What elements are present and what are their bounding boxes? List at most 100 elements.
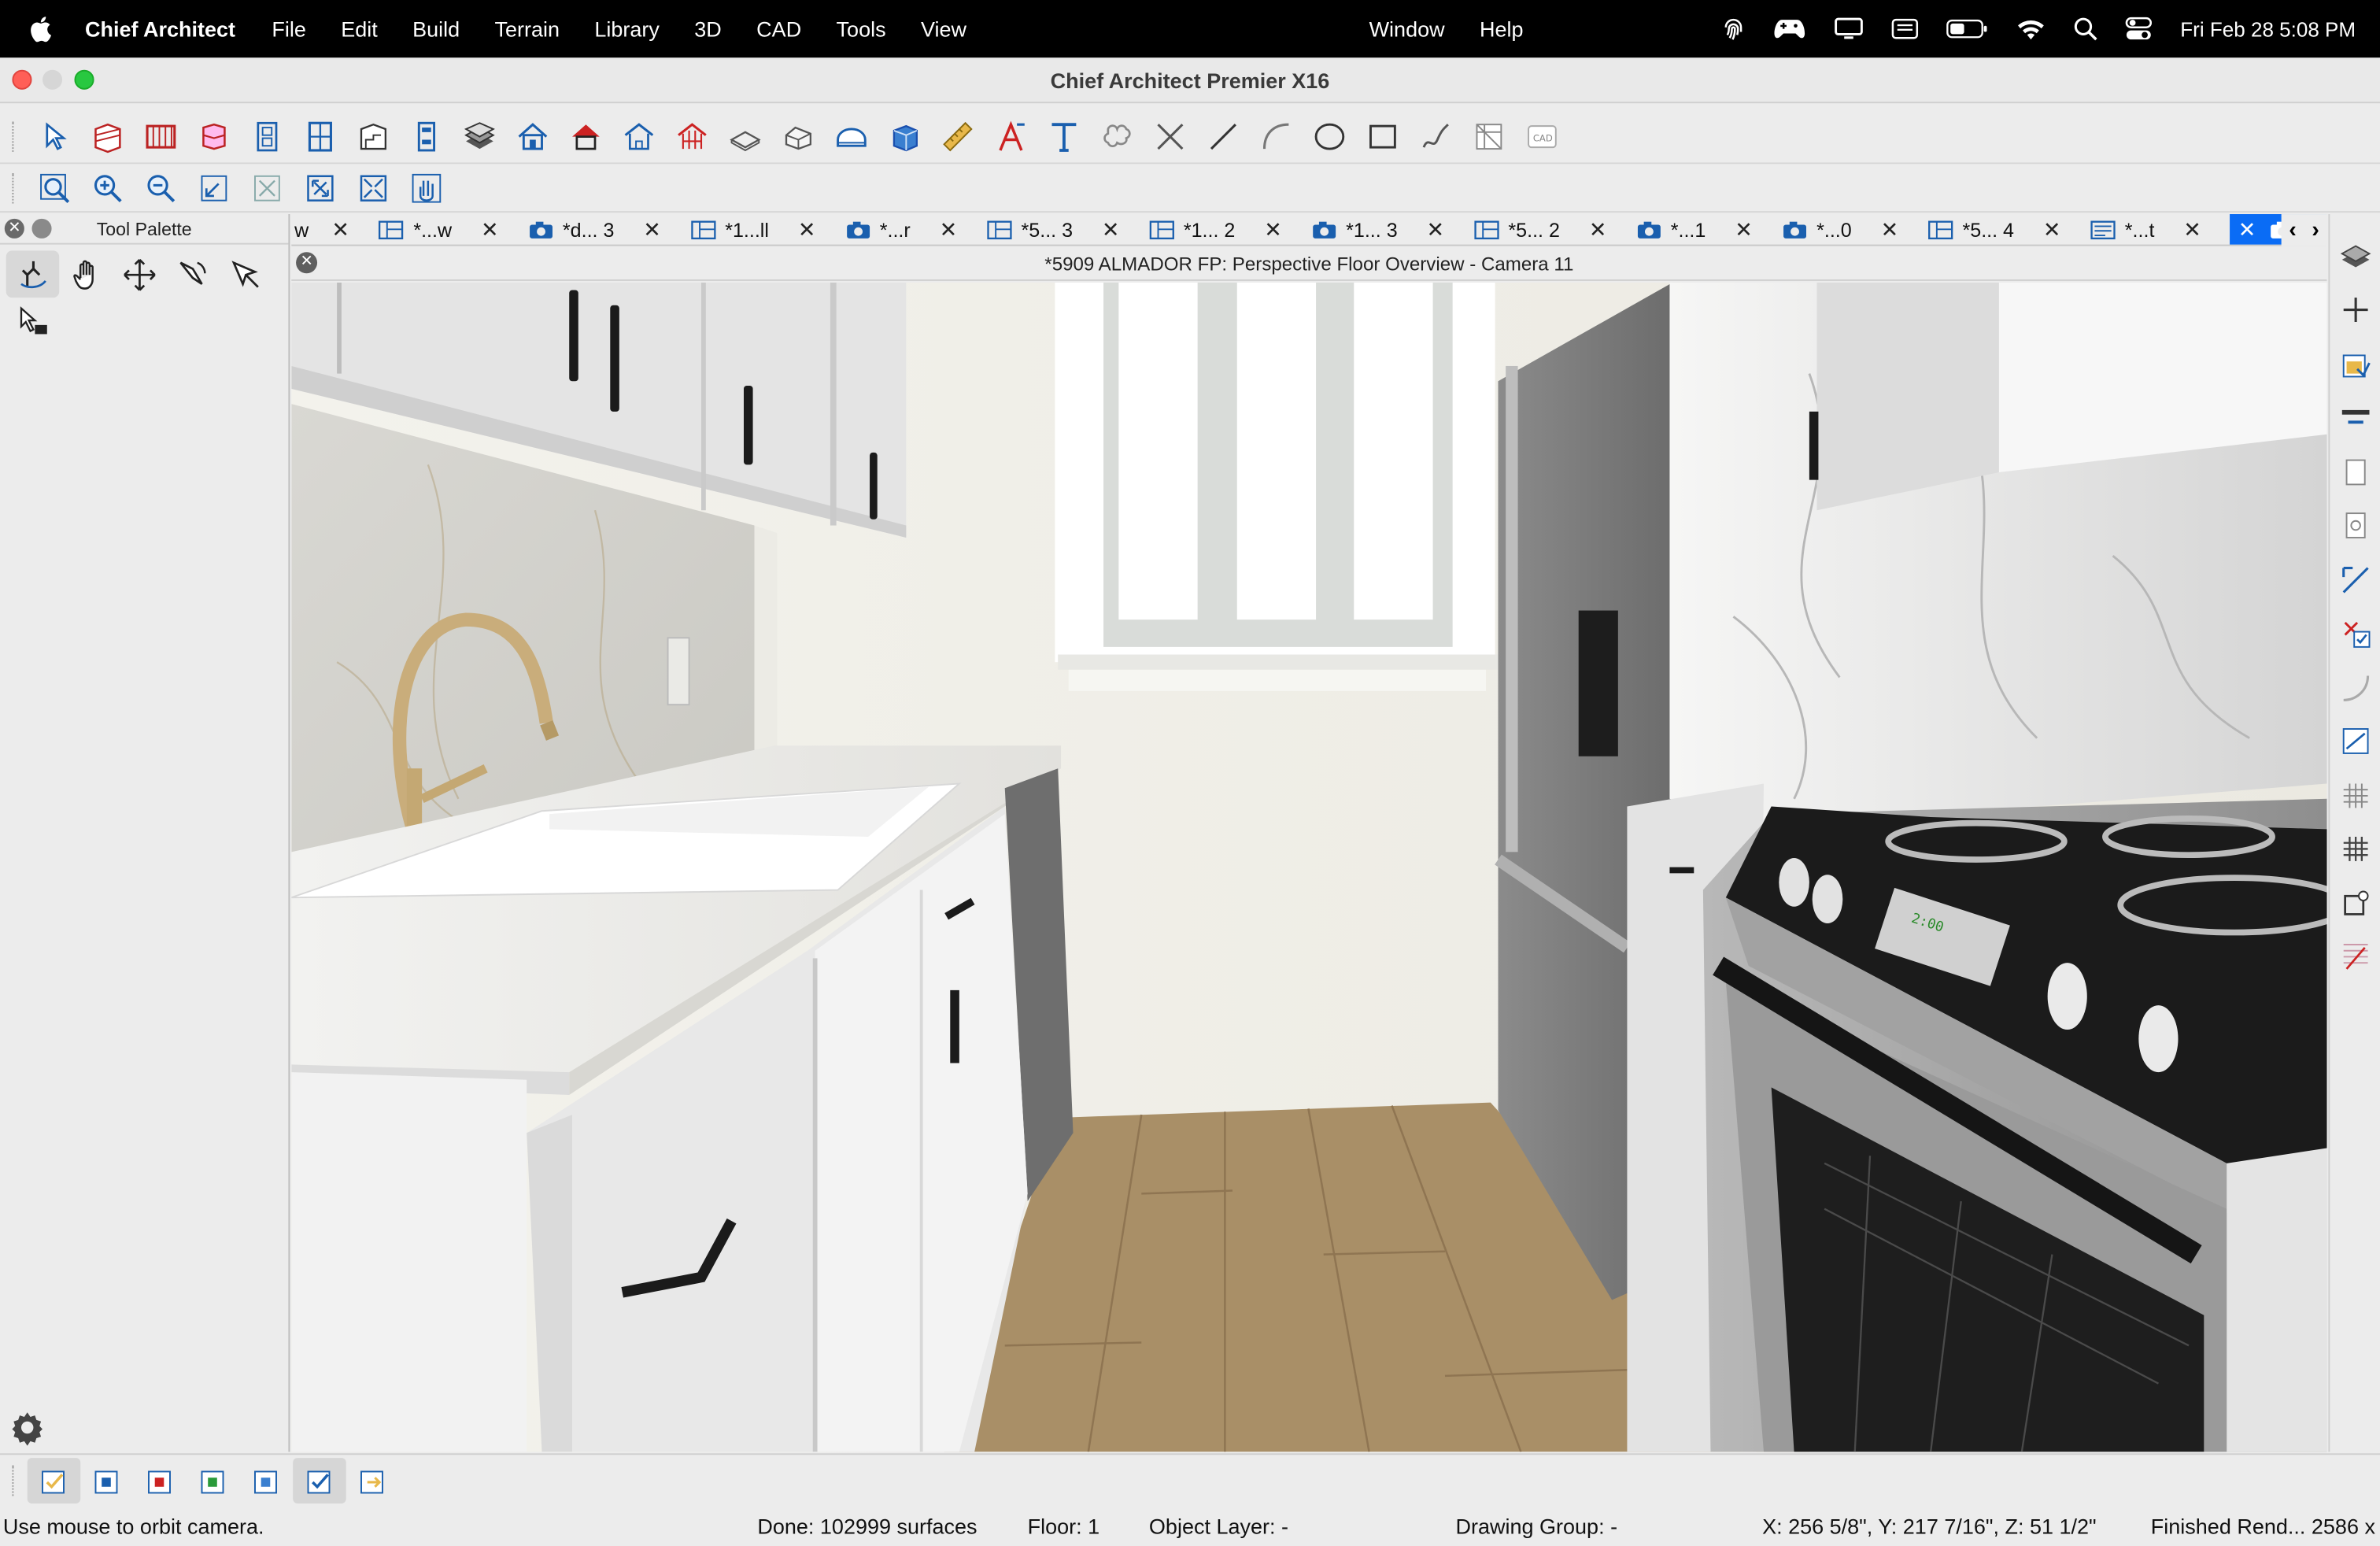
cad-detail-button[interactable] xyxy=(1462,113,1515,159)
bottom-tool-4[interactable] xyxy=(187,1457,239,1503)
palette-float-button[interactable] xyxy=(31,218,52,239)
toolbar-grip-2[interactable] xyxy=(12,172,18,203)
draw-line-button[interactable] xyxy=(1196,113,1250,159)
snap-grid-button[interactable] xyxy=(2334,823,2376,876)
tab-close-icon[interactable]: ✕ xyxy=(1100,216,1122,242)
dormer-tools-button[interactable] xyxy=(612,113,664,159)
3d-camera-viewport[interactable]: 2:00 xyxy=(291,282,2327,1452)
select-objects-button[interactable] xyxy=(28,113,80,159)
tab-close-icon[interactable]: ✕ xyxy=(937,216,959,242)
search-icon[interactable] xyxy=(2074,17,2098,41)
menu-app-name[interactable]: Chief Architect xyxy=(85,17,235,41)
cad-block-button[interactable]: CAD xyxy=(1515,113,1569,159)
text-tools-button[interactable] xyxy=(1037,113,1089,159)
gear-icon[interactable] xyxy=(9,1409,46,1446)
tilt-camera-tool[interactable] xyxy=(165,250,218,298)
tab-close-icon[interactable]: ✕ xyxy=(1733,216,1754,242)
annotation-button[interactable] xyxy=(2334,930,2376,984)
gamepad-icon[interactable] xyxy=(1773,17,1806,41)
tab-scroll-right-icon[interactable]: › xyxy=(2312,217,2319,243)
page-button[interactable] xyxy=(2334,445,2376,498)
tab-close-icon[interactable]: ✕ xyxy=(1587,216,1609,242)
cad-x-button[interactable] xyxy=(1143,113,1196,159)
menu-terrain[interactable]: Terrain xyxy=(495,17,560,41)
tab-close-icon[interactable]: ✕ xyxy=(2237,216,2258,242)
bottom-tool-3[interactable] xyxy=(134,1457,187,1503)
orbit-camera-tool[interactable] xyxy=(6,250,60,298)
menu-edit[interactable]: Edit xyxy=(341,17,378,41)
framing-tools-button[interactable] xyxy=(665,113,718,159)
tab-close-icon[interactable]: ✕ xyxy=(1425,216,1446,242)
bottom-toolbar-grip[interactable] xyxy=(12,1464,18,1496)
tab-close-icon[interactable]: ✕ xyxy=(1879,216,1900,242)
add-button[interactable] xyxy=(2334,283,2376,337)
menu-window[interactable]: Window xyxy=(1369,17,1445,41)
bottom-tool-6[interactable] xyxy=(293,1457,346,1503)
tab-close-icon[interactable]: ✕ xyxy=(2182,216,2203,242)
palette-close-button[interactable]: ✕ xyxy=(4,218,24,239)
move-camera-tool[interactable] xyxy=(113,250,165,298)
select-camera-tool[interactable] xyxy=(6,298,59,345)
auto-dimension-button[interactable] xyxy=(2334,553,2376,606)
checkbox-tool-button[interactable] xyxy=(2334,607,2376,660)
bottom-tool-7[interactable] xyxy=(346,1457,399,1503)
view-tab[interactable]: *1... 2 ✕ xyxy=(1148,214,1310,245)
bottom-tool-5[interactable] xyxy=(240,1457,293,1503)
view-tab[interactable]: *5... 3 ✕ xyxy=(986,214,1148,245)
menu-view[interactable]: View xyxy=(921,17,966,41)
fingerprint-icon[interactable] xyxy=(1722,15,1746,43)
fill-window-button[interactable] xyxy=(240,165,293,210)
stair-tools-button[interactable] xyxy=(346,113,399,159)
draw-arc-button[interactable] xyxy=(1249,113,1303,159)
view-tab[interactable]: *...t ✕ xyxy=(2090,214,2230,245)
terrain-tools-button[interactable] xyxy=(718,113,771,159)
view-tab[interactable]: *...r ✕ xyxy=(844,214,986,245)
display-icon[interactable] xyxy=(1835,17,1865,41)
view-tab[interactable]: *...0 ✕ xyxy=(1782,214,1927,245)
pan-window-button[interactable] xyxy=(399,165,452,210)
menu-library[interactable]: Library xyxy=(594,17,660,41)
fill-window-building-button[interactable] xyxy=(293,165,346,210)
layer-display-button[interactable] xyxy=(2334,229,2376,283)
tab-close-icon[interactable]: ✕ xyxy=(330,216,351,242)
menu-3d[interactable]: 3D xyxy=(694,17,722,41)
view-tab[interactable]: *1...ll ✕ xyxy=(690,214,845,245)
fixtures-button[interactable] xyxy=(771,113,824,159)
tab-close-icon[interactable]: ✕ xyxy=(1262,216,1284,242)
battery-icon[interactable] xyxy=(1946,18,1989,39)
cad-polyline-button[interactable] xyxy=(1090,113,1144,159)
shapes-3d-button[interactable] xyxy=(824,113,878,159)
general-cabinet-button[interactable] xyxy=(399,113,452,159)
view-tab[interactable]: *5... 2 ✕ xyxy=(1473,214,1635,245)
view-tab[interactable]: w ✕ xyxy=(291,214,379,245)
menu-build[interactable]: Build xyxy=(412,17,460,41)
wall-tools-button[interactable] xyxy=(80,113,133,159)
pan-camera-tool[interactable] xyxy=(59,250,112,298)
door-tools-button[interactable] xyxy=(240,113,293,159)
zoom-out-button[interactable] xyxy=(134,165,187,210)
view-tab[interactable]: *1... 3 ✕ xyxy=(1311,214,1473,245)
toolbar-grip[interactable] xyxy=(12,120,18,151)
material-painter-button[interactable] xyxy=(2334,337,2376,390)
window-tools-button[interactable] xyxy=(293,113,346,159)
keyboard-icon[interactable] xyxy=(1892,18,1920,39)
draw-spline-button[interactable] xyxy=(1409,113,1462,159)
undo-zoom-button[interactable] xyxy=(187,165,239,210)
cabinet-tools-button[interactable] xyxy=(187,113,239,159)
draw-circle-button[interactable] xyxy=(1303,113,1355,159)
tab-close-icon[interactable]: ✕ xyxy=(479,216,501,242)
bottom-tool-2[interactable] xyxy=(80,1457,133,1503)
cad-check-button[interactable] xyxy=(2334,715,2376,768)
view-tab[interactable]: *...1 ✕ xyxy=(1635,214,1781,245)
text-arrow-button[interactable] xyxy=(984,113,1037,159)
preview-button[interactable] xyxy=(2334,499,2376,553)
control-center-icon[interactable] xyxy=(2126,17,2153,41)
menu-help[interactable]: Help xyxy=(1480,17,1524,41)
box-3d-button[interactable] xyxy=(878,113,930,159)
menubar-clock[interactable]: Fri Feb 28 5:08 PM xyxy=(2180,17,2356,40)
dimension-tools-button[interactable] xyxy=(930,113,984,159)
view-tab[interactable]: *5... 4 ✕ xyxy=(1927,214,2090,245)
grid-button[interactable] xyxy=(2334,768,2376,822)
menu-cad[interactable]: CAD xyxy=(756,17,801,41)
tab-close-icon[interactable]: ✕ xyxy=(641,216,663,242)
